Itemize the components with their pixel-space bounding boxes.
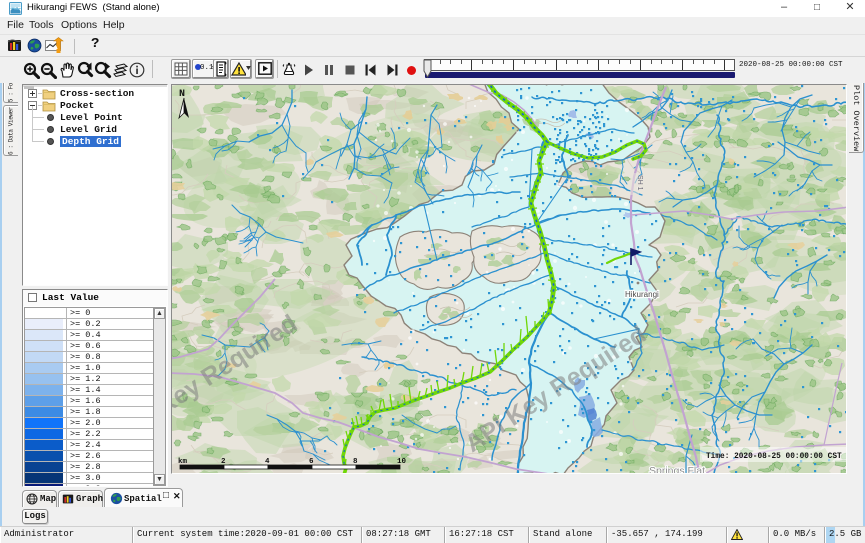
svg-text:Springs Flat: Springs Flat	[649, 465, 705, 474]
svg-text:Time: 2020-08-25 00:00:00 CST: Time: 2020-08-25 00:00:00 CST	[706, 453, 842, 461]
svg-text:Hikurangi: Hikurangi	[625, 290, 659, 299]
svg-text:SH 1: SH 1	[636, 175, 643, 191]
